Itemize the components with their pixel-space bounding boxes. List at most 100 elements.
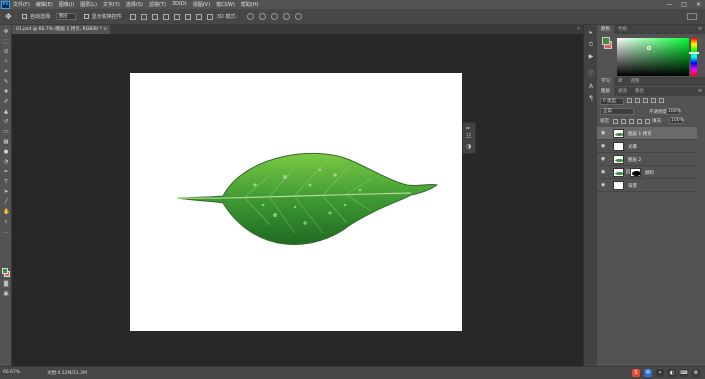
canvas-workspace[interactable] xyxy=(12,34,583,366)
quick-mask-icon[interactable]: ◙ xyxy=(3,281,9,287)
chinese-input-icon[interactable]: 中 xyxy=(644,369,652,377)
adjustments-icon[interactable]: ◑ xyxy=(466,144,473,150)
emoji-icon[interactable]: ◐ xyxy=(668,369,676,377)
color-picker-field[interactable] xyxy=(617,38,689,76)
lock-artboard-icon[interactable] xyxy=(637,119,642,124)
menu-layer[interactable]: 图层(L) xyxy=(80,1,97,8)
lasso-icon[interactable]: ᘓ xyxy=(3,49,9,55)
tab-paths[interactable]: 路径 xyxy=(631,87,648,96)
align-vcenter-icon[interactable] xyxy=(140,13,147,20)
layer-filter-dropdown[interactable]: P 类型 xyxy=(600,98,624,105)
blur-icon[interactable]: ● xyxy=(3,149,9,155)
collapse-column-icon[interactable]: ▸ xyxy=(587,29,595,36)
character-icon[interactable]: A xyxy=(587,83,595,90)
paragraph-icon[interactable]: ¶ xyxy=(587,95,595,102)
panel-menu-icon[interactable]: ▸▸ xyxy=(466,125,473,131)
distribute-h-icon[interactable] xyxy=(206,13,213,20)
roll-3d-icon[interactable] xyxy=(259,13,267,20)
filter-pixel-icon[interactable] xyxy=(627,98,632,103)
slide-3d-icon[interactable] xyxy=(283,13,291,20)
eraser-icon[interactable]: ▭ xyxy=(3,129,9,135)
hue-slider-marker[interactable] xyxy=(689,52,699,54)
distribute-icon[interactable] xyxy=(195,13,202,20)
move-icon[interactable]: ✥ xyxy=(3,29,9,35)
menu-view[interactable]: 视图(V) xyxy=(193,1,210,8)
maximize-button[interactable]: □ xyxy=(681,1,687,8)
auto-select-checkbox[interactable] xyxy=(22,14,27,19)
foreground-color-swatch[interactable] xyxy=(2,268,8,274)
fill-input[interactable]: 100% xyxy=(669,117,684,124)
tab-color[interactable]: 颜色 xyxy=(597,25,614,34)
align-left-icon[interactable] xyxy=(162,13,169,20)
tab-learn[interactable]: 学习 xyxy=(597,77,614,86)
show-transform-checkbox[interactable] xyxy=(83,14,89,19)
tab-close-icon[interactable]: × xyxy=(103,25,107,34)
document-canvas[interactable] xyxy=(130,73,462,331)
tab-channels[interactable]: 通道 xyxy=(614,87,631,96)
align-hcenter-icon[interactable] xyxy=(173,13,180,20)
tab-swatches[interactable]: 色板 xyxy=(614,25,631,34)
layer-row[interactable]: ◉ 背景 xyxy=(597,179,697,192)
history-icon[interactable]: ⏱ xyxy=(587,41,595,48)
document-tab[interactable]: 01.psd @ 66.7% (图层 1 拷贝, RGB/8) * × xyxy=(12,25,110,34)
more-tools-icon[interactable]: … xyxy=(3,229,9,235)
magic-wand-icon[interactable]: ✧ xyxy=(3,59,9,65)
pen-icon[interactable]: ✒ xyxy=(3,169,9,175)
align-right-icon[interactable] xyxy=(184,13,191,20)
lock-all-icon[interactable] xyxy=(645,119,650,124)
zoom-icon[interactable]: ⌕ xyxy=(3,219,9,225)
visibility-eye-icon[interactable]: ◉ xyxy=(601,144,607,149)
punctuation-icon[interactable]: • xyxy=(656,369,664,377)
lock-position-icon[interactable] xyxy=(629,119,634,124)
clone-stamp-icon[interactable]: ▲ xyxy=(3,109,9,115)
filter-type-icon[interactable] xyxy=(643,98,648,103)
workspace-switcher-icon[interactable] xyxy=(687,13,697,20)
lock-pixels-icon[interactable] xyxy=(621,119,626,124)
auto-select-dropdown[interactable]: 图层 xyxy=(55,13,76,20)
color-panel-menu-icon[interactable]: ≡ xyxy=(698,25,702,34)
menu-help[interactable]: 帮助(H) xyxy=(241,1,259,8)
path-selection-icon[interactable]: ➤ xyxy=(3,189,9,195)
gradient-icon[interactable]: ▦ xyxy=(3,139,9,145)
type-icon[interactable]: T xyxy=(3,179,9,185)
collapse-panels-icon[interactable]: « xyxy=(577,26,580,32)
zoom-level[interactable]: 66.67% xyxy=(3,370,20,375)
menu-file[interactable]: 文件(F) xyxy=(13,1,30,8)
menu-filter[interactable]: 滤镜(T) xyxy=(149,1,166,8)
filter-smart-icon[interactable] xyxy=(659,98,664,103)
properties-panel-icon[interactable]: ⓘ xyxy=(587,71,595,78)
layer-row[interactable]: ◉ 光晕 xyxy=(597,140,697,153)
visibility-eye-icon[interactable]: ◉ xyxy=(601,157,607,162)
eyedropper-icon[interactable]: ✎ xyxy=(3,79,9,85)
layer-row[interactable]: ◉ ⛓ 颜料 xyxy=(597,166,697,179)
tab-adjustments[interactable]: 调整 xyxy=(627,77,644,86)
close-button[interactable]: ✕ xyxy=(696,1,701,8)
visibility-eye-icon[interactable]: ◉ xyxy=(601,183,607,188)
app-logo[interactable]: Ps xyxy=(1,0,10,9)
input-method-logo-icon[interactable]: S xyxy=(632,369,640,377)
layer-mask-thumbnail[interactable] xyxy=(630,168,641,177)
visibility-eye-icon[interactable]: ◉ xyxy=(601,131,607,136)
menu-window[interactable]: 窗口(W) xyxy=(216,1,235,8)
menu-edit[interactable]: 编辑(E) xyxy=(36,1,53,8)
align-top-icon[interactable] xyxy=(129,13,136,20)
blend-mode-dropdown[interactable]: 正常 xyxy=(600,108,634,115)
layers-panel-menu-icon[interactable]: ≡ xyxy=(698,87,702,96)
history-brush-icon[interactable]: ↺ xyxy=(3,119,9,125)
shape-icon[interactable]: ╱ xyxy=(3,199,9,205)
layer-row[interactable]: ◉ 图层 1 拷贝 xyxy=(597,127,697,140)
menu-image[interactable]: 图像(I) xyxy=(59,1,74,8)
opacity-input[interactable]: 100% xyxy=(666,108,681,115)
marquee-icon[interactable]: ⬚ xyxy=(3,39,9,45)
crop-icon[interactable]: ⌗ xyxy=(3,69,9,75)
properties-icon[interactable]: ☷ xyxy=(466,134,473,140)
visibility-eye-icon[interactable]: ◉ xyxy=(601,170,607,175)
layer-row[interactable]: ◉ 图层 2 xyxy=(597,153,697,166)
color-picker-cursor[interactable] xyxy=(647,46,651,50)
brush-icon[interactable]: ✐ xyxy=(3,99,9,105)
scale-3d-icon[interactable] xyxy=(295,13,303,20)
filter-adjustment-icon[interactable] xyxy=(635,98,640,103)
actions-icon[interactable]: ▶ xyxy=(587,53,595,60)
menu-select[interactable]: 选择(S) xyxy=(126,1,143,8)
screen-mode-icon[interactable]: ▣ xyxy=(3,291,9,297)
